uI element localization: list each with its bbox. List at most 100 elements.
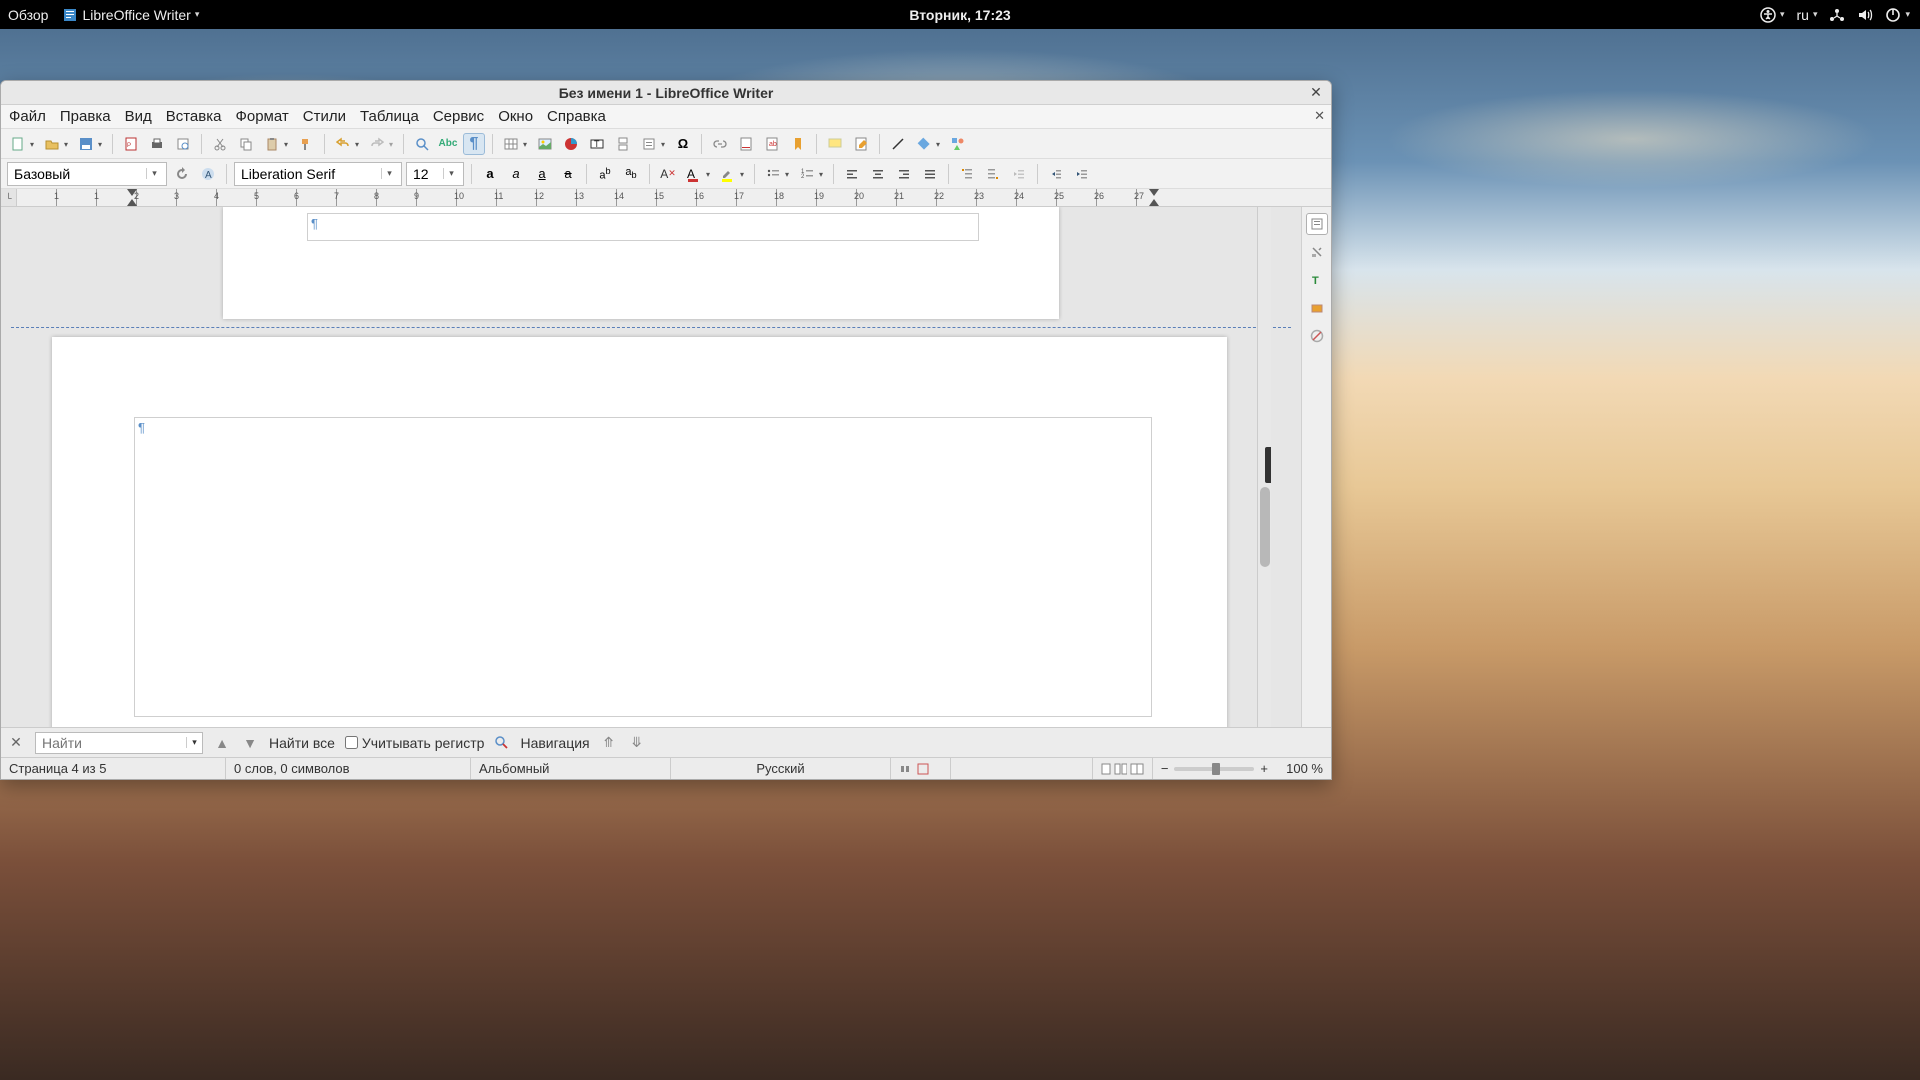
outline-demote-button[interactable]	[982, 163, 1004, 185]
status-word-count[interactable]: 0 слов, 0 символов	[226, 758, 471, 779]
update-style-button[interactable]	[171, 163, 193, 185]
match-case-input[interactable]	[345, 736, 358, 749]
document-close-button[interactable]: ✕	[1314, 108, 1325, 124]
window-titlebar[interactable]: Без имени 1 - LibreOffice Writer ✕	[1, 81, 1331, 105]
increase-paragraph-indent-button[interactable]	[1071, 163, 1093, 185]
italic-button[interactable]: a	[505, 163, 527, 185]
scrollbar-thumb[interactable]	[1260, 487, 1270, 567]
status-insert-mode[interactable]	[891, 758, 951, 779]
print-button[interactable]	[146, 133, 168, 155]
outline-promote-button[interactable]	[956, 163, 978, 185]
find-previous-button[interactable]: ▲	[213, 734, 231, 752]
right-indent-marker[interactable]	[1149, 199, 1159, 206]
find-close-button[interactable]: ✕	[7, 734, 25, 752]
chevron-down-icon[interactable]: ▾	[443, 168, 459, 179]
menu-table[interactable]: Таблица	[360, 108, 419, 125]
window-close-button[interactable]: ✕	[1307, 83, 1325, 101]
align-center-button[interactable]	[867, 163, 889, 185]
track-changes-button[interactable]	[850, 133, 872, 155]
chevron-down-icon[interactable]: ▾	[381, 168, 397, 179]
menu-format[interactable]: Формат	[235, 108, 288, 125]
navigate-previous-button[interactable]: ⤊	[600, 734, 618, 752]
status-language[interactable]: Русский	[671, 758, 891, 779]
insert-hyperlink-button[interactable]	[709, 133, 731, 155]
copy-button[interactable]	[235, 133, 257, 155]
strikethrough-button[interactable]: a	[557, 163, 579, 185]
chevron-down-icon[interactable]: ▾	[146, 168, 162, 179]
decrease-paragraph-indent-button[interactable]	[1045, 163, 1067, 185]
sidebar-tab-gallery[interactable]: T	[1306, 269, 1328, 291]
font-name-input[interactable]	[235, 163, 381, 185]
accessibility-menu[interactable]: ▾	[1760, 7, 1785, 23]
zoom-in-button[interactable]: +	[1260, 761, 1268, 776]
menu-edit[interactable]: Правка	[60, 108, 111, 125]
align-right-button[interactable]	[893, 163, 915, 185]
menu-insert[interactable]: Вставка	[166, 108, 222, 125]
activities-button[interactable]: Обзор	[8, 7, 48, 23]
book-view-icon[interactable]	[1130, 763, 1144, 775]
bullet-list-button[interactable]	[762, 163, 792, 185]
text-frame[interactable]: ¶	[134, 417, 1152, 717]
menu-tools[interactable]: Сервис	[433, 108, 484, 125]
insert-chart-button[interactable]	[560, 133, 582, 155]
font-size-input[interactable]	[407, 163, 443, 185]
bold-button[interactable]: a	[479, 163, 501, 185]
insert-symbol-button[interactable]: Ω	[672, 133, 694, 155]
find-all-button[interactable]: Найти все	[269, 735, 335, 751]
sidebar-tab-styles[interactable]	[1306, 241, 1328, 263]
new-style-button[interactable]: A	[197, 163, 219, 185]
navigate-next-button[interactable]: ⤋	[628, 734, 646, 752]
basic-shapes-button[interactable]	[913, 133, 943, 155]
font-name-combo[interactable]: ▾	[234, 162, 402, 186]
font-size-combo[interactable]: ▾	[406, 162, 464, 186]
chevron-down-icon[interactable]: ▾	[186, 737, 202, 748]
cut-button[interactable]	[209, 133, 231, 155]
right-margin-marker[interactable]	[1149, 189, 1159, 196]
find-replace-icon[interactable]	[494, 735, 510, 751]
paste-button[interactable]	[261, 133, 291, 155]
menu-styles[interactable]: Стили	[303, 108, 346, 125]
page-current[interactable]: ¶	[52, 337, 1227, 727]
menu-file[interactable]: Файл	[9, 108, 46, 125]
left-indent-marker[interactable]	[127, 199, 137, 206]
page-previous[interactable]: ¶	[223, 207, 1059, 319]
insert-field-button[interactable]	[638, 133, 668, 155]
paragraph-style-input[interactable]	[8, 163, 146, 185]
open-button[interactable]	[41, 133, 71, 155]
insert-endnote-button[interactable]: ab	[761, 133, 783, 155]
insert-line-button[interactable]	[887, 133, 909, 155]
network-icon[interactable]	[1829, 7, 1845, 23]
insert-textbox-button[interactable]: T	[586, 133, 608, 155]
power-menu[interactable]: ▾	[1885, 7, 1910, 23]
zoom-slider[interactable]	[1174, 767, 1254, 771]
sidebar-tab-manage-changes[interactable]	[1306, 325, 1328, 347]
sidebar-collapse-handle[interactable]	[1265, 447, 1271, 483]
status-page[interactable]: Страница 4 из 5	[1, 758, 226, 779]
export-pdf-button[interactable]: P	[120, 133, 142, 155]
spellcheck-button[interactable]: Abc	[437, 133, 459, 155]
highlight-color-button[interactable]	[717, 163, 747, 185]
increase-indent-button[interactable]	[1008, 163, 1030, 185]
single-page-icon[interactable]	[1101, 763, 1111, 775]
insert-table-button[interactable]	[500, 133, 530, 155]
clock-label[interactable]: Вторник, 17:23	[909, 7, 1010, 23]
menu-help[interactable]: Справка	[547, 108, 606, 125]
undo-button[interactable]	[332, 133, 362, 155]
clear-formatting-button[interactable]: A✕	[657, 163, 679, 185]
clone-formatting-button[interactable]	[295, 133, 317, 155]
first-line-indent-marker[interactable]	[127, 189, 137, 196]
sidebar-tab-properties[interactable]	[1306, 213, 1328, 235]
horizontal-ruler[interactable]: └ 11234567891011121314151617181920212223…	[1, 189, 1331, 207]
align-left-button[interactable]	[841, 163, 863, 185]
text-frame[interactable]: ¶	[307, 213, 979, 241]
insert-bookmark-button[interactable]	[787, 133, 809, 155]
sidebar-tab-navigator[interactable]	[1306, 297, 1328, 319]
status-page-style[interactable]: Альбомный	[471, 758, 671, 779]
input-source-menu[interactable]: ru ▾	[1796, 7, 1817, 23]
subscript-button[interactable]: ab	[620, 163, 642, 185]
new-button[interactable]	[7, 133, 37, 155]
superscript-button[interactable]: ab	[594, 163, 616, 185]
find-input[interactable]	[36, 735, 186, 751]
app-menu-button[interactable]: LibreOffice Writer ▾	[62, 7, 199, 23]
menu-window[interactable]: Окно	[498, 108, 533, 125]
